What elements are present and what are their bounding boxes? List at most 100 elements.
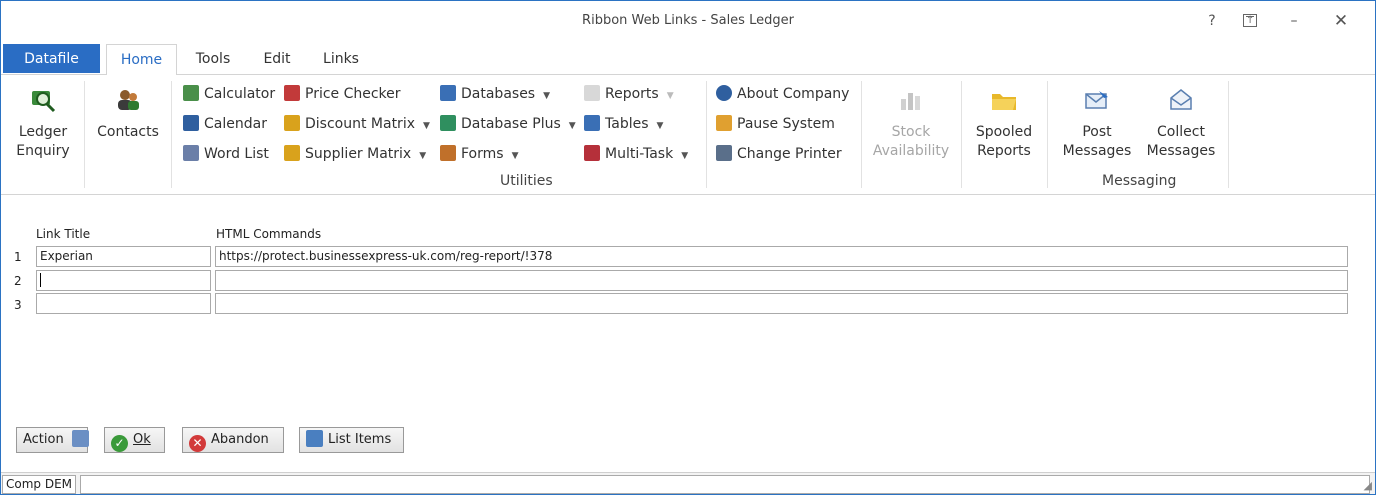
list-icon [71,430,89,447]
calculator-label: Calculator [204,86,276,102]
calendar-button[interactable]: Calendar [183,113,267,135]
databases-icon [440,85,456,101]
about-company-icon [716,85,732,101]
spooled-reports-label-1: Spooled [975,124,1033,140]
spooled-reports-button[interactable]: Spooled Reports [969,81,1039,161]
tables-icon [584,115,600,131]
tab-datafile[interactable]: Datafile [3,44,100,73]
magnifier-ledger-icon [32,91,56,113]
word-list-button[interactable]: Word List [183,143,269,165]
stock-availability-label-1: Stock [891,124,931,140]
pause-system-button[interactable]: Pause System [716,113,835,135]
collect-messages-button[interactable]: Collect Messages [1143,81,1219,161]
chevron-down-icon: ▼ [423,121,430,131]
contacts-button[interactable]: Contacts [95,81,161,142]
tab-links[interactable]: Links [316,44,366,74]
post-messages-label-2: Messages [1062,143,1132,159]
database-plus-label: Database Plus [461,116,561,132]
link-title-cell[interactable] [36,293,211,314]
tab-edit[interactable]: Edit [256,44,298,74]
column-header-link-title: Link Title [36,227,91,241]
tables-button[interactable]: Tables ▼ [584,113,663,135]
abandon-label: Abandon [211,432,269,447]
window-title: Ribbon Web Links - Sales Ledger [582,13,794,28]
column-header-html-commands: HTML Commands [216,227,322,241]
link-title-cell[interactable]: Experian [36,246,211,267]
stock-availability-label-2: Availability [872,143,950,159]
discount-matrix-button[interactable]: Discount Matrix ▼ [284,113,430,135]
discount-matrix-label: Discount Matrix [305,116,415,132]
list-items-button[interactable]: List Items [299,427,404,453]
printer-icon [716,145,732,161]
collect-messages-label-1: Collect [1157,124,1205,140]
ribbon-separator [171,81,172,188]
ribbon-separator [706,81,707,188]
chevron-down-icon: ▼ [681,151,689,161]
pause-system-icon [716,115,732,131]
row-number: 1 [14,250,22,264]
contacts-icon [118,90,139,110]
app-window: Ribbon Web Links - Sales Ledger ? – ✕ Da… [0,0,1376,495]
database-plus-icon [440,115,456,131]
ok-label: Ok [133,432,151,447]
group-label-messaging: Messaging [1102,173,1177,189]
price-checker-label: Price Checker [305,86,401,102]
company-status: Comp DEM [2,475,76,494]
html-command-cell[interactable]: https://protect.businessexpress-uk.com/r… [215,246,1348,267]
change-printer-button[interactable]: Change Printer [716,143,842,165]
reports-button[interactable]: Reports ▼ [584,83,674,105]
chevron-down-icon: ▼ [666,91,674,101]
row-number: 2 [14,274,22,288]
html-command-cell[interactable] [215,270,1348,291]
database-plus-button[interactable]: Database Plus ▼ [440,113,576,135]
price-checker-button[interactable]: Price Checker [284,83,401,105]
close-button[interactable]: ✕ [1326,9,1356,33]
price-checker-icon [284,85,300,101]
ribbon-separator [1047,81,1048,188]
ribbon-display-options-button[interactable] [1235,9,1265,33]
databases-button[interactable]: Databases ▼ [440,83,550,105]
cancel-icon: ✕ [189,435,206,452]
group-label-utilities: Utilities [500,173,553,189]
calculator-button[interactable]: Calculator [183,83,275,105]
tab-home[interactable]: Home [106,44,177,75]
post-messages-button[interactable]: Post Messages [1059,81,1135,161]
folder-icon [992,94,1016,110]
ledger-enquiry-button[interactable]: Ledger Enquiry [13,81,73,161]
ribbon: Ledger Enquiry Contacts Calculator Calen… [1,74,1375,195]
spooled-reports-label-2: Reports [977,143,1031,159]
ledger-enquiry-label-1: Ledger [18,124,68,140]
minimize-button[interactable]: – [1279,9,1309,33]
change-printer-label: Change Printer [737,146,842,162]
calendar-label: Calendar [204,116,267,132]
title-bar: Ribbon Web Links - Sales Ledger ? – ✕ [1,1,1375,43]
envelope-send-icon [1085,91,1108,109]
about-company-button[interactable]: About Company [716,83,849,105]
list-items-label: List Items [328,432,392,447]
help-button[interactable]: ? [1197,9,1227,33]
resize-grip-icon[interactable]: ◢ [1364,479,1372,492]
link-title-cell[interactable] [36,270,211,291]
supplier-matrix-button[interactable]: Supplier Matrix ▼ [284,143,426,165]
chevron-down-icon: ▼ [543,91,551,101]
action-button[interactable]: Action [16,427,89,453]
multi-task-button[interactable]: Multi-Task ▼ [584,143,688,165]
supplier-matrix-icon [284,145,300,161]
abandon-button[interactable]: ✕ Abandon [182,427,284,453]
multi-task-label: Multi-Task [605,146,674,162]
tab-tools[interactable]: Tools [189,44,237,74]
ok-button[interactable]: ✓ Ok [104,427,165,453]
ribbon-separator [961,81,962,188]
pause-system-label: Pause System [737,116,835,132]
multi-task-icon [584,145,600,161]
forms-icon [440,145,456,161]
forms-button[interactable]: Forms ▼ [440,143,518,165]
post-messages-label-1: Post [1082,124,1112,140]
html-command-cell[interactable] [215,293,1348,314]
ribbon-display-icon [1243,14,1257,27]
stock-availability-button[interactable]: Stock Availability [869,81,953,161]
ribbon-separator [84,81,85,188]
calculator-icon [183,85,199,101]
list-items-icon [306,430,323,447]
chevron-down-icon: ▼ [656,121,664,131]
